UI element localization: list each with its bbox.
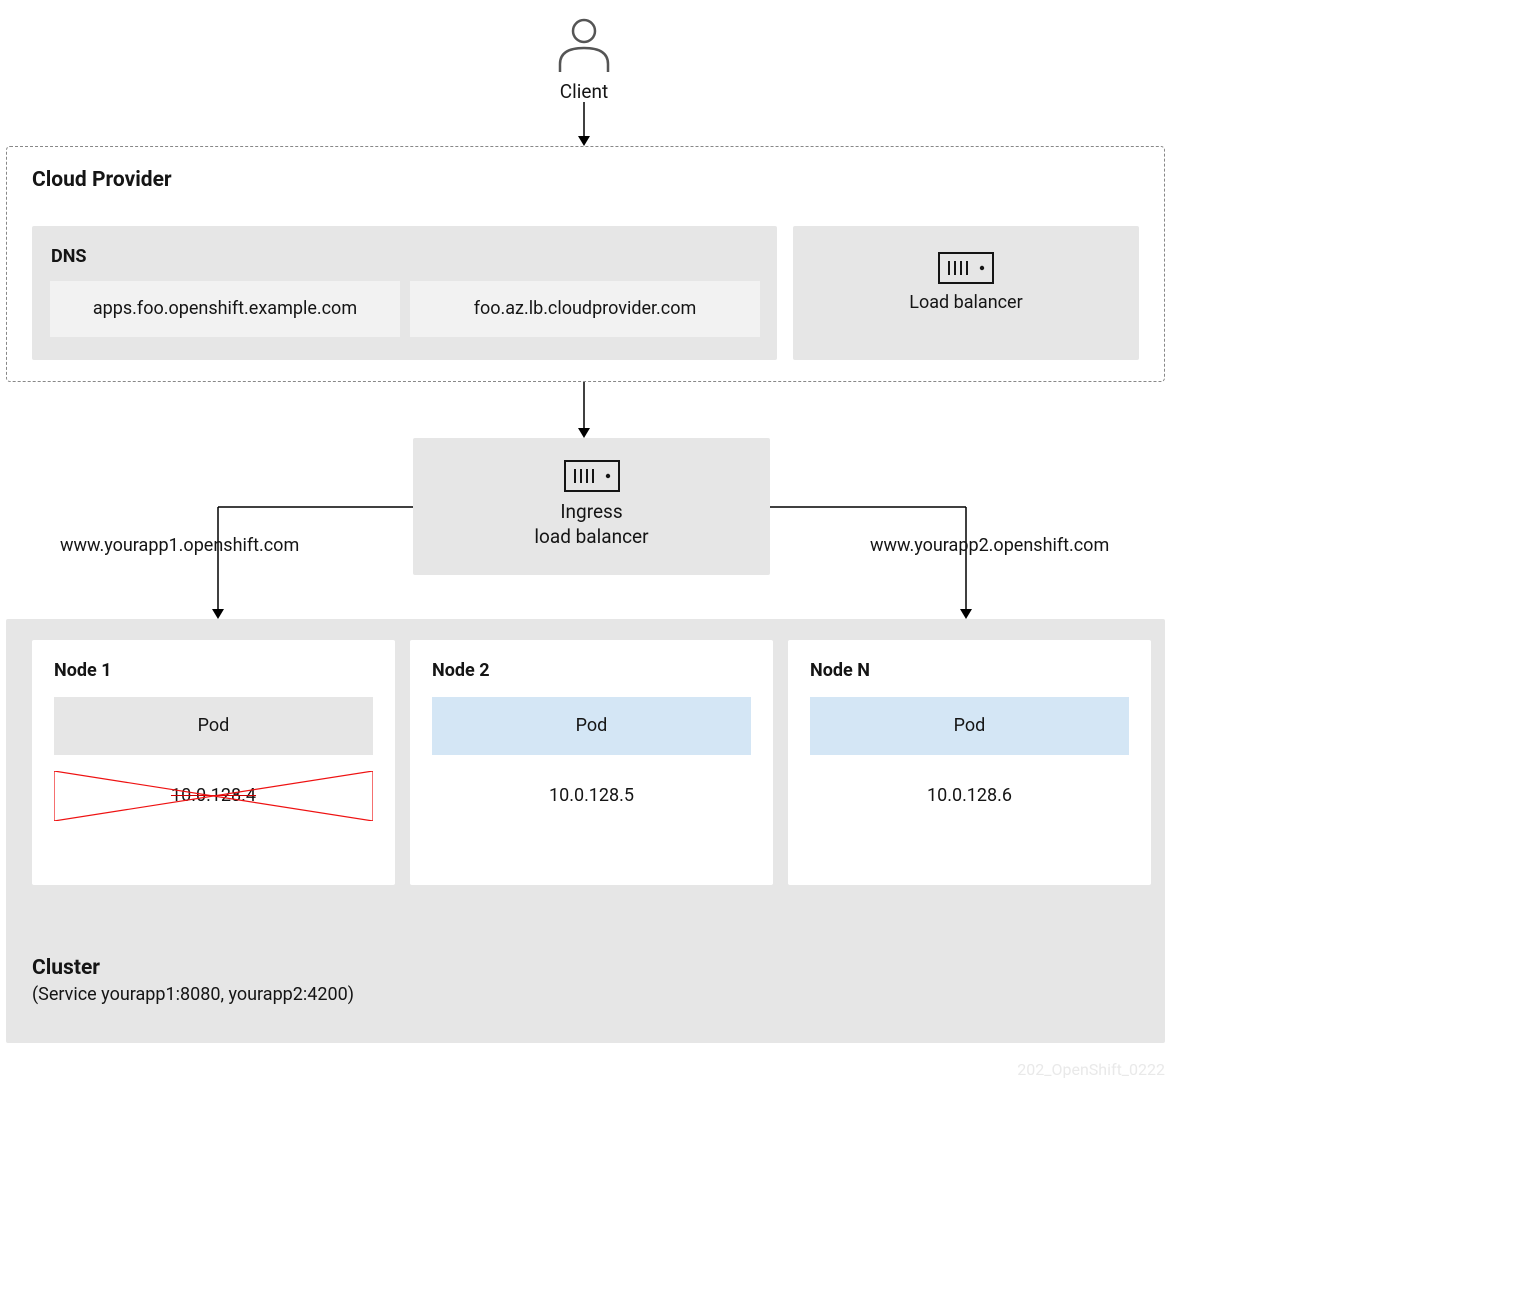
cloud-provider-title: Cloud Provider [32,168,172,192]
arrow-cloud-to-ingress [576,382,592,438]
load-balancer-box: Load balancer [793,226,1139,360]
load-balancer-label: Load balancer [793,292,1139,313]
server-icon [793,252,1139,284]
node-n-ip: 10.0.128.6 [927,785,1012,806]
node-n-title: Node N [810,660,1129,681]
node-2-title: Node 2 [432,660,751,681]
dns-record-2: foo.az.lb.cloudprovider.com [410,281,760,337]
node-2-pod: Pod [432,697,751,755]
node-n-pod: Pod [810,697,1129,755]
cluster-title: Cluster [32,956,100,980]
route-left-label: www.yourapp1.openshift.com [60,535,299,556]
route-right-label: www.yourapp2.openshift.com [870,535,1109,556]
node-2-box: Node 2 Pod 10.0.128.5 [410,640,773,885]
dns-title: DNS [51,246,86,267]
node-1-title: Node 1 [54,660,373,681]
ingress-label-1: Ingress [560,500,622,523]
client-label: Client [0,80,1168,103]
dns-record-1: apps.foo.openshift.example.com [50,281,400,337]
arrow-client-to-cloud [576,102,592,146]
node-1-pod: Pod [54,697,373,755]
node-2-ip: 10.0.128.5 [549,785,634,806]
ingress-label-2: load balancer [534,525,648,548]
node-n-box: Node N Pod 10.0.128.6 [788,640,1151,885]
server-icon [413,460,770,492]
cluster-subtitle: (Service yourapp1:8080, yourapp2:4200) [32,984,354,1005]
cross-out-icon [54,771,373,821]
client-icon [554,14,614,74]
footnote: 202_OpenShift_0222 [0,1060,1165,1079]
ingress-box: Ingress load balancer [413,438,770,575]
node-1-box: Node 1 Pod 10.0.128.4 [32,640,395,885]
